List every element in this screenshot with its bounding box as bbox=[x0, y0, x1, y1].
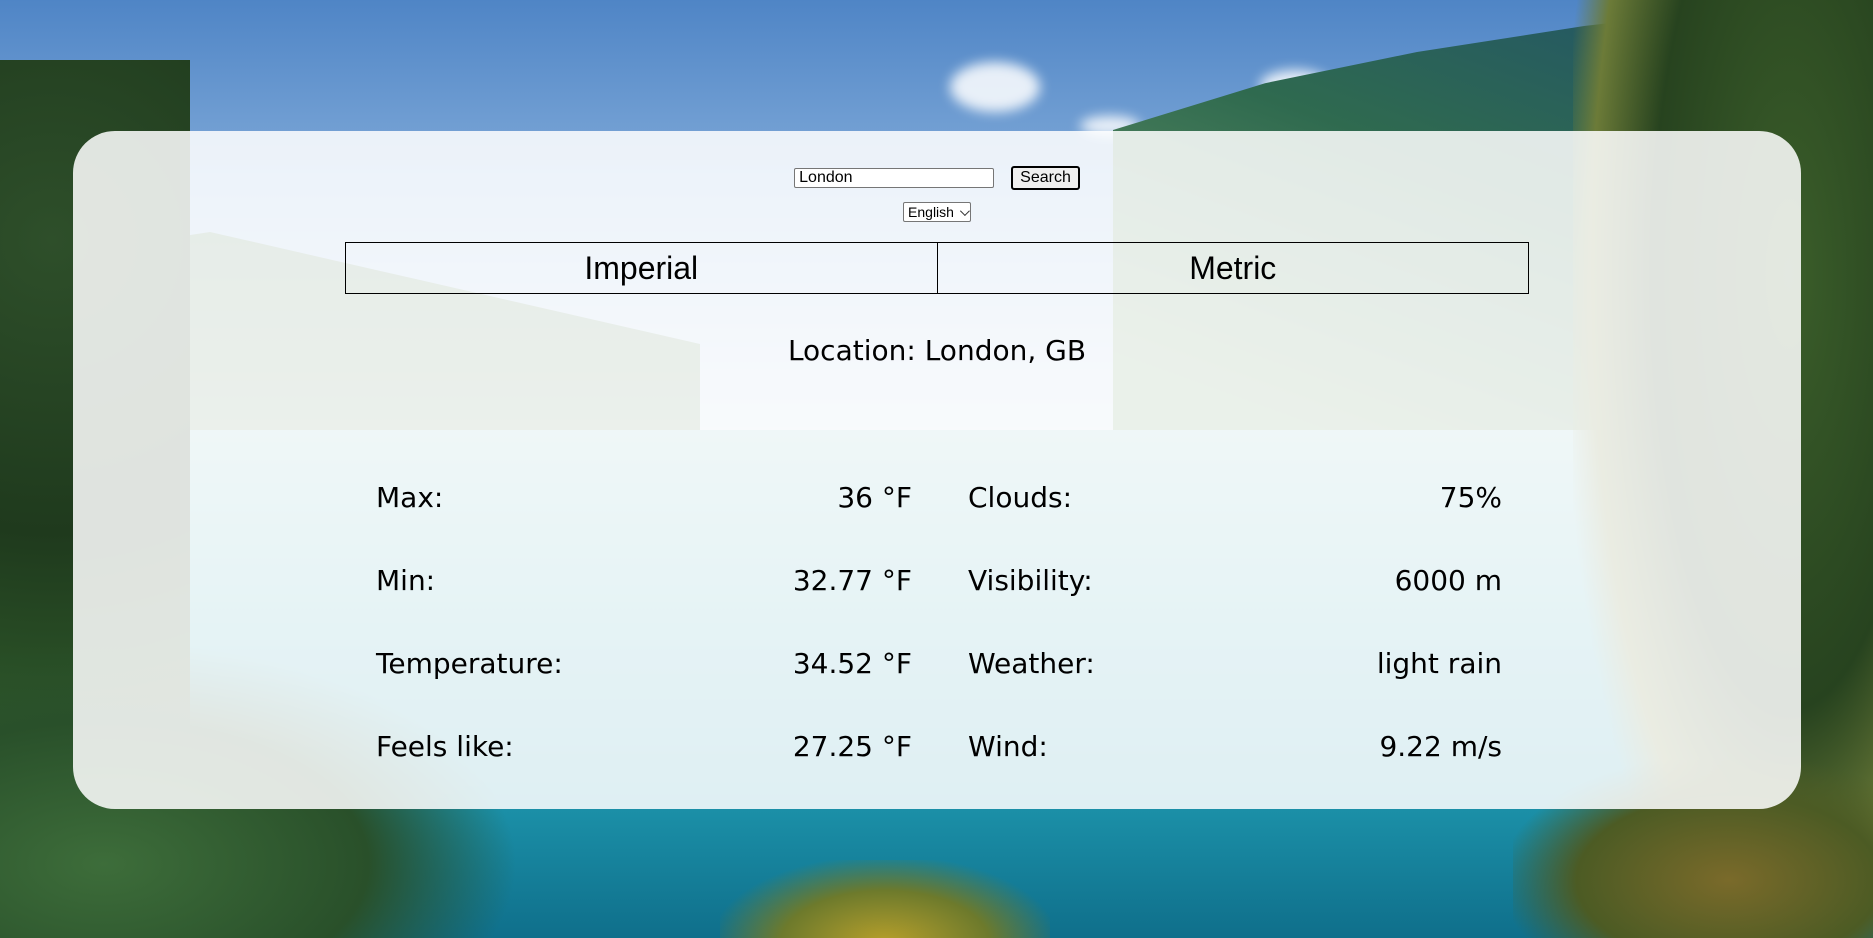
weather-row-weather: Weather: light rain bbox=[968, 622, 1502, 705]
weather-value: light rain bbox=[1376, 647, 1502, 680]
location-label: Location: bbox=[787, 334, 916, 367]
temperature-label: Temperature: bbox=[376, 647, 563, 680]
visibility-value: 6000 m bbox=[1394, 564, 1502, 597]
language-selected-value: English bbox=[908, 204, 954, 220]
language-row: English bbox=[73, 202, 1801, 222]
weather-row-temperature: Temperature: 34.52 °F bbox=[376, 622, 912, 705]
temperature-value: 34.52 °F bbox=[792, 647, 912, 680]
weather-row-feels-like: Feels like: 27.25 °F bbox=[376, 705, 912, 788]
max-label: Max: bbox=[376, 481, 444, 514]
weather-label: Weather: bbox=[968, 647, 1095, 680]
location-value: London, GB bbox=[924, 334, 1087, 367]
cloud bbox=[950, 62, 1040, 112]
weather-row-clouds: Clouds: 75% bbox=[968, 456, 1502, 539]
weather-right-column: Clouds: 75% Visibility: 6000 m Weather: … bbox=[968, 456, 1502, 788]
search-button[interactable]: Search bbox=[1011, 166, 1080, 190]
clouds-label: Clouds: bbox=[968, 481, 1073, 514]
unit-toggle: Imperial Metric bbox=[345, 242, 1529, 294]
clouds-value: 75% bbox=[1439, 481, 1502, 514]
wind-value: 9.22 m/s bbox=[1379, 730, 1502, 763]
column-gap bbox=[912, 456, 968, 788]
weather-row-min: Min: 32.77 °F bbox=[376, 539, 912, 622]
visibility-label: Visibility: bbox=[968, 564, 1093, 597]
weather-left-column: Max: 36 °F Min: 32.77 °F Temperature: 34… bbox=[376, 456, 912, 788]
location-heading: Location: London, GB bbox=[73, 334, 1801, 367]
imperial-button[interactable]: Imperial bbox=[346, 243, 937, 293]
feels-like-label: Feels like: bbox=[376, 730, 514, 763]
chevron-down-icon bbox=[959, 205, 970, 216]
weather-row-max: Max: 36 °F bbox=[376, 456, 912, 539]
city-search-input[interactable] bbox=[794, 168, 995, 188]
feels-like-value: 27.25 °F bbox=[792, 730, 912, 763]
weather-details: Max: 36 °F Min: 32.77 °F Temperature: 34… bbox=[376, 456, 1502, 788]
wind-label: Wind: bbox=[968, 730, 1048, 763]
leaves bbox=[720, 860, 1050, 938]
metric-button[interactable]: Metric bbox=[936, 243, 1529, 293]
search-bar: Search bbox=[73, 166, 1801, 190]
weather-row-wind: Wind: 9.22 m/s bbox=[968, 705, 1502, 788]
language-select[interactable]: English bbox=[903, 202, 971, 222]
weather-row-visibility: Visibility: 6000 m bbox=[968, 539, 1502, 622]
min-value: 32.77 °F bbox=[792, 564, 912, 597]
max-value: 36 °F bbox=[837, 481, 912, 514]
weather-panel: Search English Imperial Metric Location:… bbox=[73, 131, 1801, 809]
min-label: Min: bbox=[376, 564, 436, 597]
